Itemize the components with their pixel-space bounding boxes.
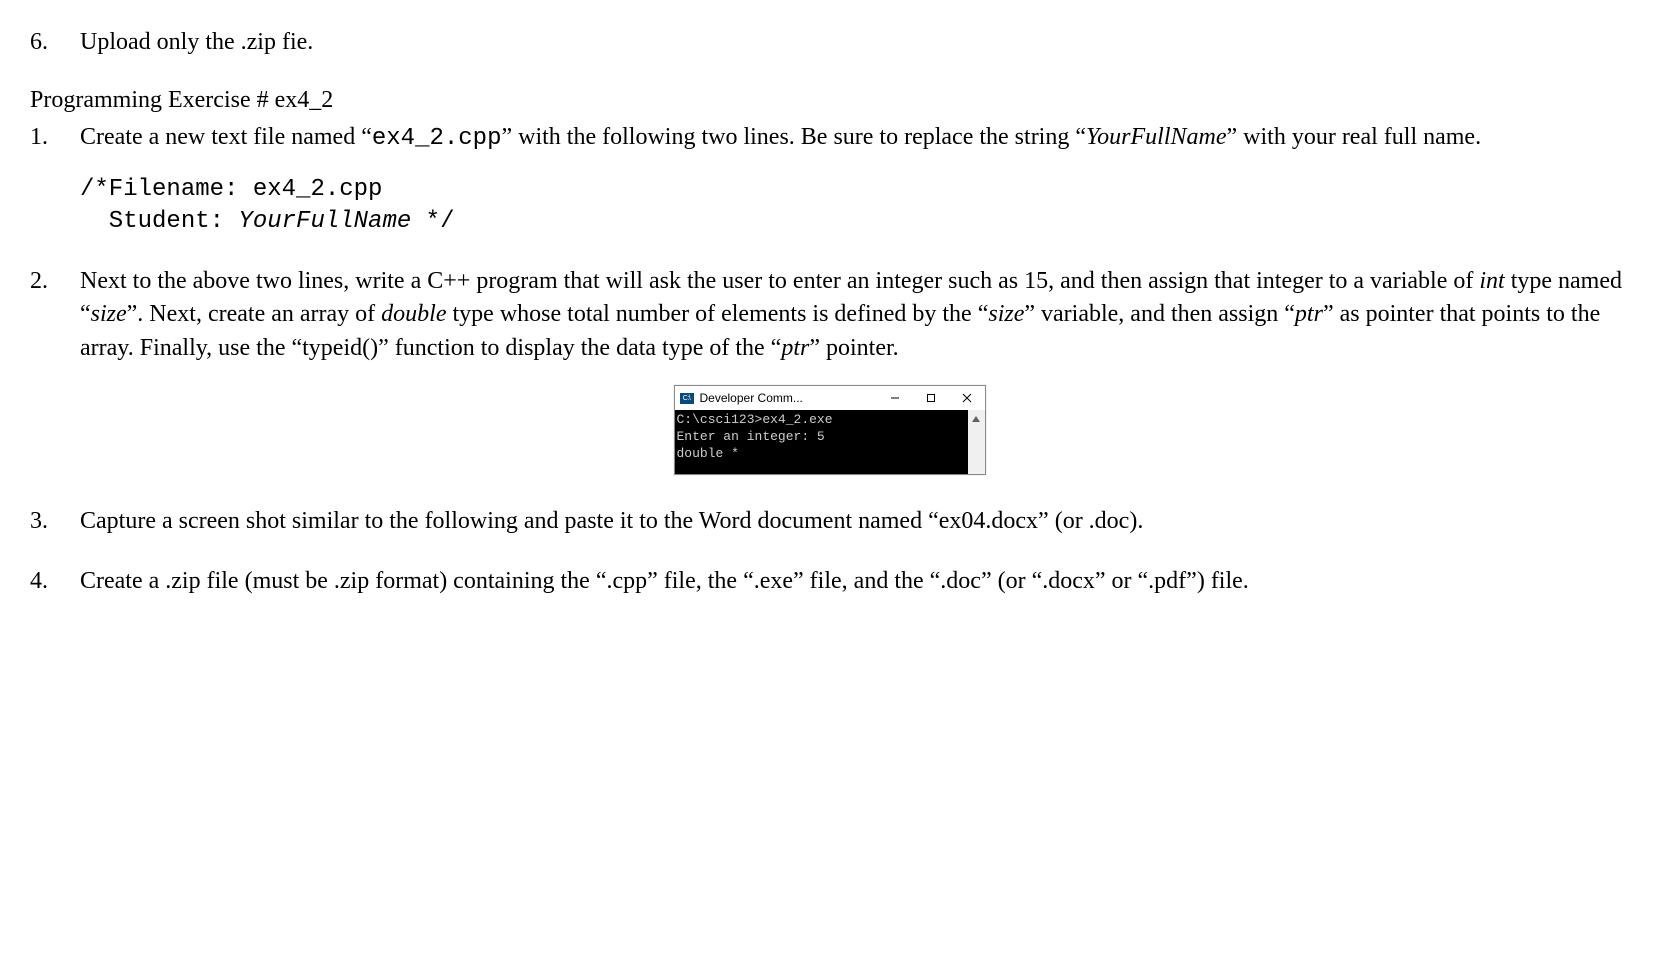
console-titlebar: C:\ Developer Comm... — [675, 386, 985, 410]
console-body-wrap: C:\csci123>ex4_2.exe Enter an integer: 5… — [675, 410, 985, 474]
list-item-4: 4. Create a .zip file (must be .zip form… — [30, 565, 1629, 599]
list-text: Create a .zip file (must be .zip format)… — [80, 565, 1629, 599]
code-line-part: */ — [411, 208, 454, 235]
text-segment: Next to the above two lines, write a C++… — [80, 268, 1479, 294]
code-line: /*Filename: ex4_2.cpp — [80, 176, 382, 203]
console-line: Enter an integer: 5 — [677, 429, 825, 444]
console-window: C:\ Developer Comm... C:\csci123>ex4_2.e… — [674, 385, 986, 475]
text-segment: Create a new text file named “ — [80, 124, 372, 150]
list-text: Capture a screen shot similar to the fol… — [80, 505, 1629, 539]
text-segment: type whose total number of elements is d… — [447, 301, 989, 327]
list-item-2: 2. Next to the above two lines, write a … — [30, 265, 1629, 366]
text-segment: ” pointer. — [809, 335, 898, 361]
italic-keyword-ptr: ptr — [781, 335, 809, 361]
text-segment: ”. Next, create an array of — [127, 301, 382, 327]
italic-keyword-int: int — [1479, 268, 1504, 294]
code-italic-placeholder: YourFullName — [238, 208, 411, 235]
list-number: 4. — [30, 565, 80, 599]
console-title: Developer Comm... — [700, 390, 877, 407]
console-line: C:\csci123>ex4_2.exe — [677, 412, 833, 427]
console-scrollbar[interactable] — [968, 410, 985, 474]
console-line: double * — [677, 446, 739, 461]
section-heading-ex4-2: Programming Exercise # ex4_2 — [30, 84, 1629, 118]
scroll-up-button[interactable] — [968, 410, 985, 427]
list-item-1: 1. Create a new text file named “ex4_2.c… — [30, 121, 1629, 256]
list-text: Upload only the .zip fie. — [80, 26, 1629, 60]
list-number: 3. — [30, 505, 80, 539]
code-line-part: Student: — [80, 208, 238, 235]
maximize-button[interactable] — [913, 386, 949, 410]
list-number: 6. — [30, 26, 80, 60]
text-segment: ” variable, and then assign “ — [1024, 301, 1295, 327]
console-cmd-icon: C:\ — [680, 393, 694, 404]
text-segment: ” with your real full name. — [1227, 124, 1482, 150]
minimize-button[interactable] — [877, 386, 913, 410]
code-inline-filename: ex4_2.cpp — [372, 125, 502, 152]
italic-keyword-size: size — [988, 301, 1024, 327]
list-item-3: 3. Capture a screen shot similar to the … — [30, 505, 1629, 539]
scroll-track[interactable] — [968, 427, 985, 474]
italic-keyword-size: size — [91, 301, 127, 327]
text-segment: ” with the following two lines. Be sure … — [501, 124, 1086, 150]
list-text: Next to the above two lines, write a C++… — [80, 265, 1629, 366]
list-text: Create a new text file named “ex4_2.cpp”… — [80, 121, 1629, 256]
italic-placeholder: YourFullName — [1086, 124, 1226, 150]
italic-keyword-double: double — [381, 301, 446, 327]
list-number: 1. — [30, 121, 80, 256]
code-block: /*Filename: ex4_2.cpp Student: YourFullN… — [80, 174, 1629, 239]
list-number: 2. — [30, 265, 80, 366]
italic-keyword-ptr: ptr — [1295, 301, 1323, 327]
console-screenshot-wrap: C:\ Developer Comm... C:\csci123>ex4_2.e… — [30, 385, 1629, 475]
close-button[interactable] — [949, 386, 985, 410]
list-item-6: 6. Upload only the .zip fie. — [30, 26, 1629, 60]
console-output: C:\csci123>ex4_2.exe Enter an integer: 5… — [675, 410, 968, 474]
